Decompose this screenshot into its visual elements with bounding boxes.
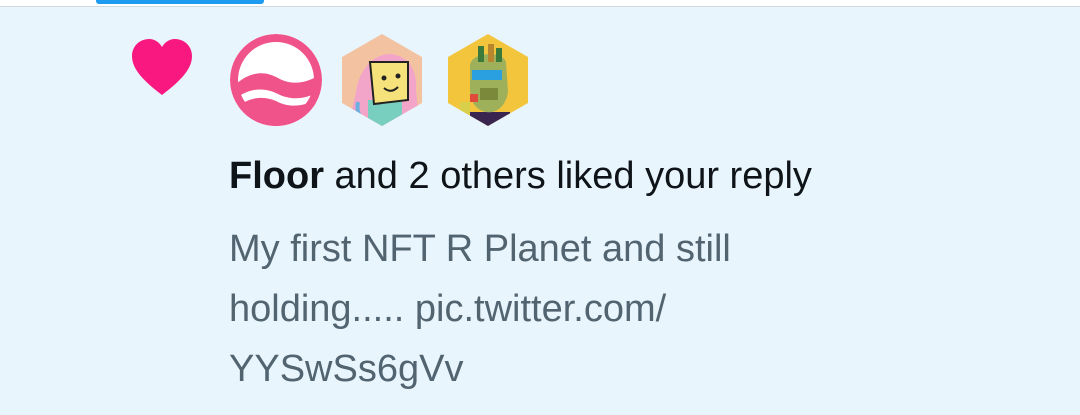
reply-line: YYSwSs6gVv <box>229 348 464 390</box>
floor-logo-avatar[interactable] <box>228 32 324 128</box>
notification-headline: Floor and 2 others liked your reply <box>229 153 812 199</box>
active-tab-indicator <box>96 0 264 4</box>
actor-name[interactable]: Floor <box>229 155 324 197</box>
cartoon-girl-nft-avatar[interactable] <box>334 32 430 128</box>
ape-nft-avatar[interactable] <box>440 32 536 128</box>
like-notification[interactable]: Floor and 2 others liked your reply My f… <box>0 7 1080 415</box>
action-text: and 2 others liked your reply <box>323 155 812 197</box>
reply-line: My first NFT R Planet and still <box>229 228 731 270</box>
heart-icon <box>132 39 192 95</box>
reply-line: holding..... pic.twitter.com/ <box>229 288 667 330</box>
reply-preview[interactable]: My first NFT R Planet and still holding.… <box>229 219 849 399</box>
